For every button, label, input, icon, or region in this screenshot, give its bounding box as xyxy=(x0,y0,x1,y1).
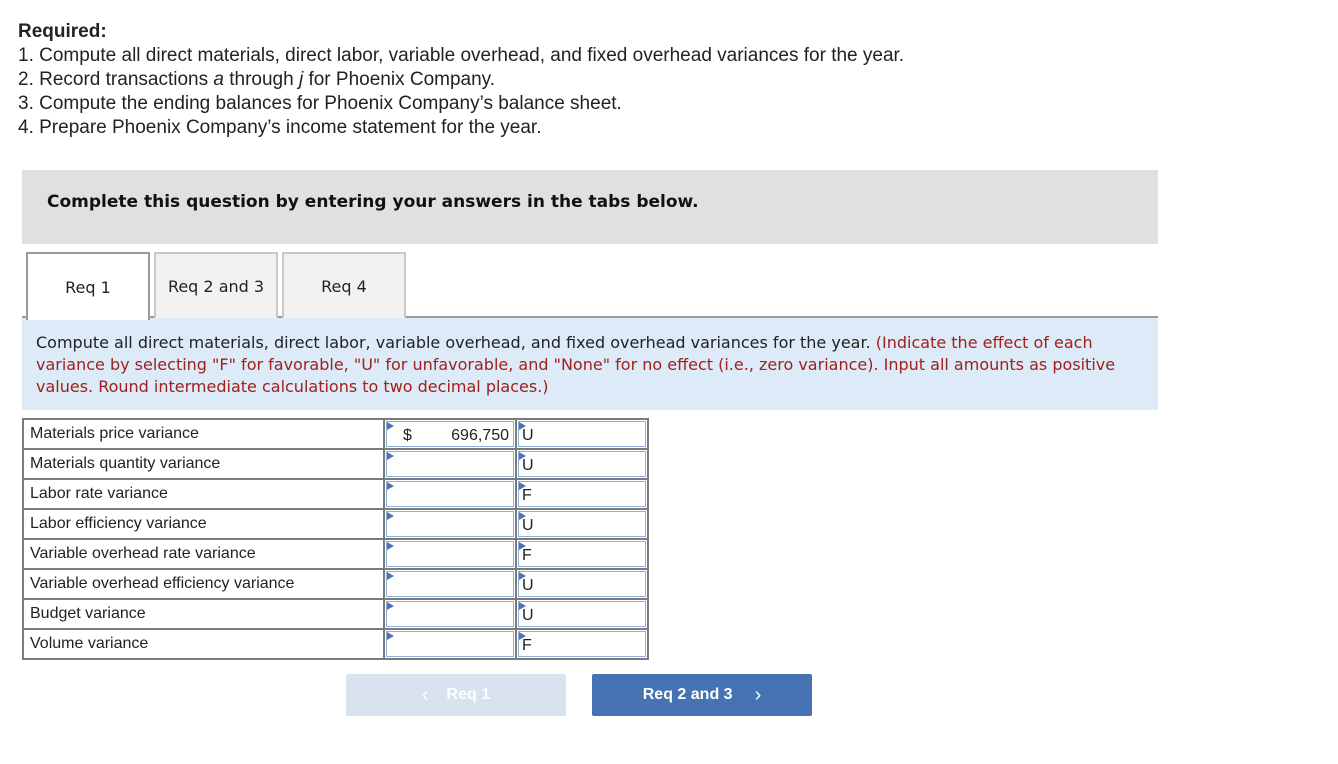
amount-input[interactable] xyxy=(386,541,514,567)
variance-label: Budget variance xyxy=(22,598,385,630)
variance-label: Materials price variance xyxy=(22,418,385,450)
tab-req-4[interactable]: Req 4 xyxy=(282,252,406,318)
required-title: Required: xyxy=(18,21,107,42)
required-section: Required: 1. Compute all direct material… xyxy=(18,20,904,140)
variance-label: Materials quantity variance xyxy=(22,448,385,480)
required-item-4: 4. Prepare Phoenix Company’s income stat… xyxy=(18,117,542,138)
effect-value: U xyxy=(522,577,534,594)
amount-cell xyxy=(383,568,517,600)
tab-req-2-and-3[interactable]: Req 2 and 3 xyxy=(154,252,278,318)
effect-value: U xyxy=(522,607,534,624)
effect-cell: U xyxy=(515,508,649,540)
input-marker-icon xyxy=(387,422,394,430)
next-button-label: Req 2 and 3 xyxy=(642,686,733,703)
table-row: Variable overhead efficiency variance U xyxy=(22,568,649,600)
input-marker-icon xyxy=(387,572,394,580)
variance-label: Labor rate variance xyxy=(22,478,385,510)
table-row: Materials price variance $696,750 U xyxy=(22,418,649,450)
effect-cell: U xyxy=(515,418,649,450)
effect-cell: U xyxy=(515,568,649,600)
effect-value: U xyxy=(522,427,534,444)
amount-cell xyxy=(383,478,517,510)
tab-bar: Req 1 Req 2 and 3 Req 4 xyxy=(22,252,1158,320)
amount-cell xyxy=(383,628,517,660)
variance-label: Variable overhead rate variance xyxy=(22,538,385,570)
next-req-button[interactable]: Req 2 and 3 › xyxy=(592,674,812,716)
amount-cell xyxy=(383,448,517,480)
amount-input[interactable] xyxy=(386,511,514,537)
effect-cell: F xyxy=(515,478,649,510)
input-marker-icon xyxy=(387,632,394,640)
input-marker-icon xyxy=(387,452,394,460)
variance-label: Variable overhead efficiency variance xyxy=(22,568,385,600)
prev-req-button[interactable]: ‹ Req 1 xyxy=(346,674,566,716)
tab-req-1[interactable]: Req 1 xyxy=(26,252,150,320)
effect-cell: U xyxy=(515,598,649,630)
effect-select[interactable]: F xyxy=(518,481,646,507)
amount-input[interactable] xyxy=(386,571,514,597)
table-row: Labor rate variance F xyxy=(22,478,649,510)
table-row: Labor efficiency variance U xyxy=(22,508,649,540)
instructions-banner: Complete this question by entering your … xyxy=(22,170,1158,244)
table-row: Materials quantity variance U xyxy=(22,448,649,480)
required-item-1: 1. Compute all direct materials, direct … xyxy=(18,45,905,66)
input-marker-icon xyxy=(387,602,394,610)
effect-select[interactable]: U xyxy=(518,601,646,627)
amount-cell: $696,750 xyxy=(383,418,517,450)
effect-value: F xyxy=(522,637,532,654)
amount-cell xyxy=(383,508,517,540)
effect-select[interactable]: U xyxy=(518,421,646,447)
input-marker-icon xyxy=(387,482,394,490)
effect-select[interactable]: F xyxy=(518,631,646,657)
banner-text: Complete this question by entering your … xyxy=(47,192,699,212)
effect-select[interactable]: F xyxy=(518,541,646,567)
amount-cell xyxy=(383,538,517,570)
required-item-2: 2. Record transactions a through j for P… xyxy=(18,69,496,90)
amount-input[interactable] xyxy=(386,631,514,657)
effect-select[interactable]: U xyxy=(518,511,646,537)
chevron-right-icon: › xyxy=(754,683,762,706)
effect-select[interactable]: U xyxy=(518,451,646,477)
variance-label: Volume variance xyxy=(22,628,385,660)
table-row: Variable overhead rate variance F xyxy=(22,538,649,570)
table-row: Volume variance F xyxy=(22,628,649,660)
chevron-left-icon: ‹ xyxy=(421,683,429,706)
amount-input[interactable]: $696,750 xyxy=(386,421,514,447)
currency-symbol: $ xyxy=(403,427,412,444)
effect-value: U xyxy=(522,517,534,534)
input-marker-icon xyxy=(387,542,394,550)
effect-cell: U xyxy=(515,448,649,480)
effect-cell: F xyxy=(515,628,649,660)
amount-input[interactable] xyxy=(386,481,514,507)
instruction-main: Compute all direct materials, direct lab… xyxy=(36,333,876,352)
prev-button-label: Req 1 xyxy=(446,686,491,703)
effect-value: U xyxy=(522,457,534,474)
amount-cell xyxy=(383,598,517,630)
variance-table: Materials price variance $696,750 U Mate… xyxy=(22,418,649,660)
input-marker-icon xyxy=(387,512,394,520)
effect-cell: F xyxy=(515,538,649,570)
variance-label: Labor efficiency variance xyxy=(22,508,385,540)
effect-value: F xyxy=(522,487,532,504)
effect-value: F xyxy=(522,547,532,564)
effect-select[interactable]: U xyxy=(518,571,646,597)
table-row: Budget variance U xyxy=(22,598,649,630)
question-instructions: Compute all direct materials, direct lab… xyxy=(22,318,1158,410)
required-item-3: 3. Compute the ending balances for Phoen… xyxy=(18,93,622,114)
amount-value: 696,750 xyxy=(451,427,509,444)
amount-input[interactable] xyxy=(386,451,514,477)
amount-input[interactable] xyxy=(386,601,514,627)
